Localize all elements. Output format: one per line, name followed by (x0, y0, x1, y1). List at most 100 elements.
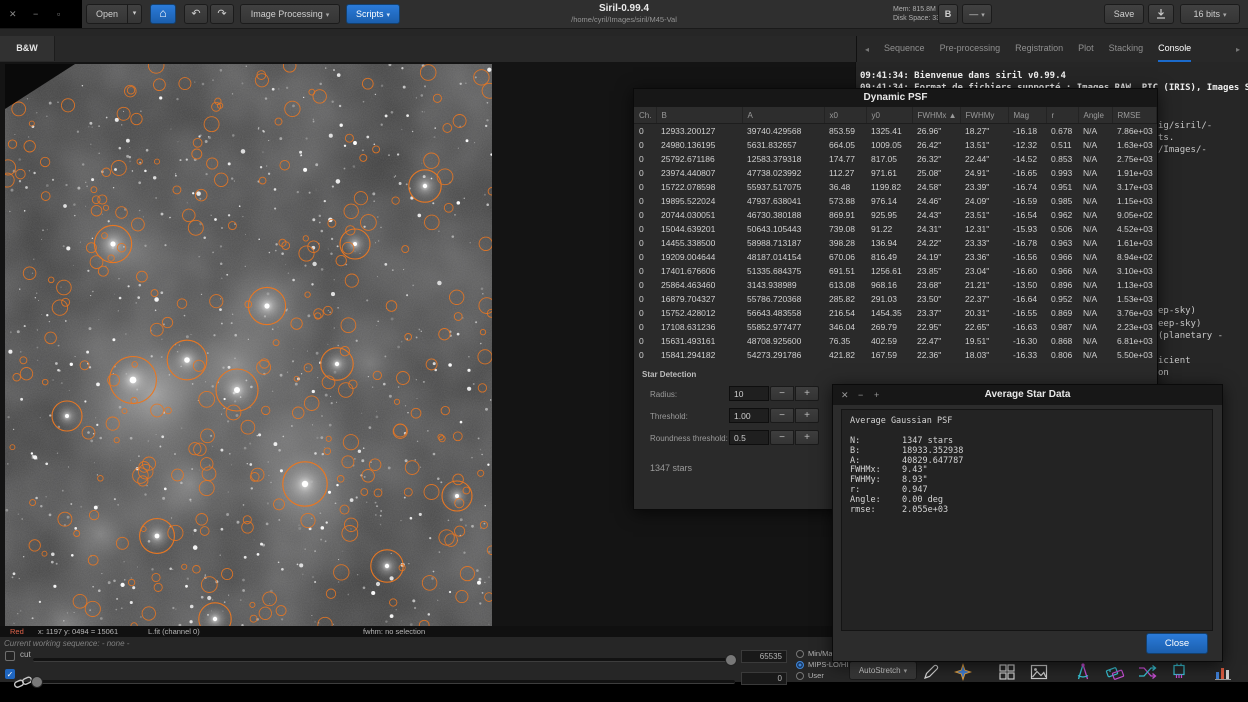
roundness-threshold-value[interactable]: 0.5 (729, 430, 769, 445)
tab-bw[interactable]: B&W (0, 36, 55, 61)
radius-plus-button[interactable]: + (795, 386, 819, 401)
b-channel-button[interactable]: B (938, 4, 958, 24)
psf-dialog-titlebar[interactable]: Dynamic PSF (634, 89, 1157, 107)
minimize-icon[interactable]: − (858, 385, 863, 405)
pipeline-button[interactable] (1134, 659, 1160, 685)
psf-table-row[interactable]: 0 17108.631236 55852.977477 346.04 269.79 22.… (634, 320, 1156, 334)
home-button[interactable]: ⌂ (150, 4, 176, 24)
psf-table-row[interactable]: 0 20744.030051 46730.380188 869.91 925.95 24.… (634, 208, 1156, 222)
open-dropdown[interactable]: ▾ (127, 4, 142, 24)
cut-checkbox[interactable] (5, 651, 15, 661)
image-processing-label: Image Processing (250, 9, 323, 19)
tab-registration[interactable]: Registration (1015, 36, 1063, 62)
undo-icon: ↶ (191, 8, 201, 20)
psf-table-row[interactable]: 0 15044.639201 50643.105443 739.08 91.22 24.3… (634, 222, 1156, 236)
low-cut-sl ider[interactable] (31, 676, 735, 688)
minimize-icon[interactable]: − (33, 9, 38, 19)
psf-column-ch[interactable]: Ch. (634, 107, 657, 124)
tab-pre-processing[interactable]: Pre-processing (940, 36, 1001, 62)
low-cut-value[interactable]: 0 (741, 672, 787, 685)
psf-column-angle[interactable]: Angle (1078, 107, 1113, 124)
geometry-tools-button[interactable] (1070, 659, 1096, 685)
undo-button[interactable]: ↶ (184, 4, 208, 24)
tags-button[interactable] (1102, 659, 1128, 685)
high-cut-slider[interactable] (33, 654, 737, 666)
psf-table-row[interactable]: 0 19895.522024 47937.638041 573.88 976.14 24.… (634, 194, 1156, 208)
threshold-plus-button[interactable]: + (795, 408, 819, 423)
roundness-threshold-plus-button[interactable]: + (795, 430, 819, 445)
avg-dialog-titlebar[interactable]: ✕ − + Average Star Data (833, 385, 1222, 405)
redo-button[interactable]: ↷ (210, 4, 234, 24)
tab-plot[interactable]: Plot (1078, 36, 1094, 62)
photometry-star-button[interactable] (950, 659, 976, 685)
radius-minus-button[interactable]: − (770, 386, 794, 401)
high-cut-value[interactable]: 65535 (741, 650, 787, 663)
tab-sequence[interactable]: Sequence (884, 36, 925, 62)
psf-table-row[interactable]: 0 15722.078598 55937.517075 36.48 1199.82 24.… (634, 180, 1156, 194)
image-status-bar: Red x: 1197 y: 0494 = 15061 L.fit (chann… (0, 626, 855, 637)
maximize-icon[interactable]: + (874, 385, 879, 405)
roundness-threshold-minus-button[interactable]: − (770, 430, 794, 445)
redo-icon: ↷ (217, 8, 227, 20)
tab-console[interactable]: Console (1158, 36, 1191, 62)
psf-table[interactable]: Ch. B Ax0 y0 FWHMx ▲ FWHMy Mag r Angle RMSE 0 12933… (634, 107, 1157, 362)
bit-depth-select[interactable]: 16 bits ▾ (1180, 4, 1240, 24)
psf-table-row[interactable]: 0 12933.200127 39740.429568 853.59 1325.41 26… (634, 124, 1156, 139)
link-icon[interactable] (13, 673, 33, 691)
psf-table-row[interactable]: 0 17401.676606 51335.684375 691.51 1256.61 23… (634, 264, 1156, 278)
psf-table-row[interactable]: 0 15752.428012 56643.483558 216.54 1454.35 23… (634, 306, 1156, 320)
file-label: L.fit (channel 0) (148, 627, 200, 636)
maximize-icon[interactable]: ▫ (57, 9, 60, 19)
psf-table-row[interactable]: 0 19209.004644 48187.014154 670.06 816.49 24.… (634, 250, 1156, 264)
psf-column-rmse[interactable]: RMSE (1112, 107, 1157, 124)
psf-column-fwhmx[interactable]: FWHMx ▲ (912, 107, 961, 124)
header-bar: ✕ − ▫ Open ▾ ⌂ ↶ ↷ Image Processing ▾ Scr… (0, 0, 1248, 29)
tab-scroll-right-icon[interactable]: ▸ (1236, 45, 1240, 54)
display-mode-radio[interactable]: User (796, 670, 848, 681)
grid-view-button[interactable] (994, 659, 1020, 685)
psf-column-r[interactable]: r (1046, 107, 1079, 124)
psf-table-row[interactable]: 0 25864.463460 3143.938989 613.08 968.16 23.6… (634, 278, 1156, 292)
histogram-button[interactable] (1210, 659, 1236, 685)
close-icon[interactable]: ✕ (841, 385, 849, 405)
save-button[interactable]: Save (1104, 4, 1144, 24)
psf-column-a[interactable]: A (742, 107, 825, 124)
psf-column-mag[interactable]: Mag (1008, 107, 1047, 124)
psf-table-row[interactable]: 0 15841.294182 54273.291786 421.82 167.59 22.… (634, 348, 1156, 362)
image-processing-button[interactable]: Image Processing ▾ (240, 4, 340, 24)
slider-handle[interactable] (31, 676, 43, 688)
image-view-button[interactable] (1026, 659, 1052, 685)
radius-value[interactable]: 10 (729, 386, 769, 401)
stretch-mode-select[interactable]: AutoStretch ▾ (849, 661, 917, 680)
scripts-button[interactable]: Scripts ▾ (346, 4, 400, 24)
window-title: Siril-0.99.4 /home/cyril/Images/siril/M4… (571, 3, 677, 25)
image-icon (1030, 664, 1048, 680)
psf-table-row[interactable]: 0 14455.338500 58988.713187 398.28 136.94 24.… (634, 236, 1156, 250)
threshold-minus-button[interactable]: − (770, 408, 794, 423)
psf-column-y0[interactable]: y0 (866, 107, 913, 124)
psf-column-x0[interactable]: x0 (824, 107, 867, 124)
psf-table-row[interactable]: 0 16879.704327 55786.720368 285.82 291.03 23.… (634, 292, 1156, 306)
window-controls: ✕ − ▫ (0, 0, 82, 28)
psf-column-b[interactable]: B (656, 107, 743, 124)
threshold-value[interactable]: 1.00 (729, 408, 769, 423)
close-button[interactable]: Close (1146, 633, 1208, 654)
psf-table-row[interactable]: 0 23974.440807 47738.023992 112.27 971.61 25.… (634, 166, 1156, 180)
psf-table-row[interactable]: 0 15631.493161 48708.925600 76.35 402.59 22.4… (634, 334, 1156, 348)
tab-stacking[interactable]: Stacking (1109, 36, 1144, 62)
channel-label: Red (10, 627, 24, 636)
avg-stats-panel: Average Gaussian PSF N: 1347 stars B: 18933… (841, 409, 1213, 631)
psf-column-fwhmy[interactable]: FWHMy (960, 107, 1009, 124)
close-icon[interactable]: ✕ (9, 9, 17, 20)
negative-view-button[interactable]: — ▾ (962, 4, 992, 24)
open-button[interactable]: Open (86, 4, 128, 24)
psf-table-row[interactable]: 0 24980.136195 5631.832657 664.05 1009.05 26.… (634, 138, 1156, 152)
tab-scroll-left-icon[interactable]: ◂ (865, 45, 869, 54)
connector-button[interactable] (1166, 659, 1192, 685)
avg-stat-row: rmse: 2.055e+03 (850, 505, 1204, 515)
psf-table-row[interactable]: 0 25792.671186 12583.379318 174.77 817.05 26.… (634, 152, 1156, 166)
pen-tool-button[interactable] (918, 659, 944, 685)
slider-handle[interactable] (725, 654, 737, 666)
starfield[interactable] (0, 62, 498, 637)
save-as-button[interactable] (1148, 4, 1174, 24)
